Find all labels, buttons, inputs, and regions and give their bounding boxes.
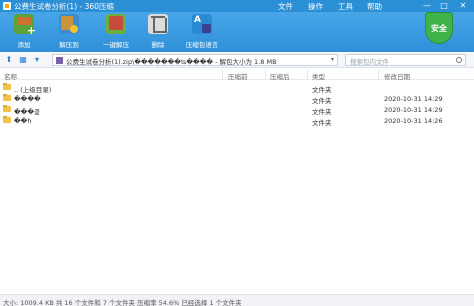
- archive-language-label: 压缩包语言: [185, 41, 219, 49]
- file-type: 文件夹: [312, 119, 332, 127]
- search-placeholder: 搜索包内文件: [350, 58, 389, 66]
- folder-icon: [3, 83, 11, 90]
- window-title: 公费生试卷分析(1) - 360压缩: [14, 2, 114, 11]
- menu-tools[interactable]: 工具: [338, 1, 353, 12]
- path-dropdown-icon[interactable]: ▾: [331, 56, 334, 63]
- app-logo-icon: [3, 2, 11, 10]
- minimize-button[interactable]: —: [420, 0, 434, 12]
- file-date: 2020-10-31 14:26: [384, 117, 443, 125]
- column-type[interactable]: 类型: [312, 71, 325, 81]
- search-field[interactable]: 搜索包内文件: [345, 54, 466, 66]
- view-toggle-icon[interactable]: ▦: [18, 55, 28, 65]
- add-button[interactable]: 添加: [10, 14, 38, 50]
- status-text: 大小: 1009.4 KB 共 16 个文件和 7 个文件夹 压缩率 54.6%…: [3, 299, 242, 306]
- column-name[interactable]: 名称: [4, 71, 17, 81]
- menu-help[interactable]: 帮助: [367, 1, 382, 12]
- list-item[interactable]: .. (上级目录) 文件夹: [0, 82, 474, 94]
- column-size-after[interactable]: 压缩后: [270, 71, 290, 81]
- file-date: 2020-10-31 14:29: [384, 95, 443, 103]
- column-divider[interactable]: [378, 70, 379, 79]
- delete-icon: [148, 14, 168, 34]
- back-arrow-icon[interactable]: ⬆: [4, 55, 14, 65]
- folder-icon: [3, 116, 11, 123]
- column-divider[interactable]: [265, 70, 266, 79]
- file-name: ��h: [14, 117, 32, 125]
- menu-file[interactable]: 文件: [278, 1, 293, 12]
- path-field[interactable]: 公费生试卷分析(1).zip\�������ʦ���� - 解包大小为 1.8 …: [52, 54, 338, 66]
- extract-to-label: 解压到: [59, 41, 79, 49]
- folder-icon: [3, 94, 11, 101]
- one-click-extract-button[interactable]: 一键解压: [98, 14, 134, 50]
- column-divider[interactable]: [222, 70, 223, 79]
- column-size-before[interactable]: 压缩前: [228, 71, 248, 81]
- add-archive-icon: [14, 14, 36, 37]
- delete-button[interactable]: 删除: [146, 14, 170, 50]
- folder-icon: [3, 105, 11, 112]
- list-item[interactable]: ���꼶 文件夹 2020-10-31 14:29: [0, 104, 474, 116]
- extract-to-button[interactable]: 解压到: [54, 14, 84, 50]
- add-label: 添加: [17, 41, 31, 49]
- column-divider[interactable]: [307, 70, 308, 79]
- menu-operation[interactable]: 操作: [308, 1, 323, 12]
- status-bar: 大小: 1009.4 KB 共 16 个文件和 7 个文件夹 压缩率 54.6%…: [0, 294, 474, 306]
- toolbar: 添加 解压到 一键解压 删除 压缩包语言: [0, 12, 474, 52]
- column-headers: 名称 压缩前 压缩后 类型 修改日期: [0, 69, 474, 81]
- file-name: ����: [14, 95, 41, 103]
- archive-language-button[interactable]: 压缩包语言: [180, 14, 224, 50]
- security-shield-badge[interactable]: 安全: [425, 12, 453, 44]
- search-icon[interactable]: [456, 57, 462, 63]
- file-date: 2020-10-31 14:29: [384, 106, 443, 114]
- column-date[interactable]: 修改日期: [384, 71, 410, 81]
- delete-label: 删除: [151, 41, 165, 49]
- close-button[interactable]: ✕: [456, 0, 470, 12]
- title-bar: 公费生试卷分析(1) - 360压缩 文件 操作 工具 帮助 — □ ✕: [0, 0, 474, 12]
- view-dropdown-icon[interactable]: ▾: [32, 55, 42, 65]
- address-bar: ⬆ ▦ ▾ 公费生试卷分析(1).zip\�������ʦ���� - 解包大小…: [0, 52, 474, 68]
- one-click-extract-icon: [106, 14, 126, 34]
- one-click-extract-label: 一键解压: [103, 41, 129, 49]
- archive-language-icon: [192, 14, 212, 34]
- maximize-button[interactable]: □: [437, 0, 451, 12]
- zip-archive-icon: [56, 57, 63, 64]
- archive-path: 公费生试卷分析(1).zip\�������ʦ���� - 解包大小为 1.8 …: [66, 58, 277, 66]
- extract-to-icon: [59, 14, 79, 34]
- list-item[interactable]: ��h 文件夹 2020-10-31 14:26: [0, 115, 474, 127]
- list-item[interactable]: ���� 文件夹 2020-10-31 14:29: [0, 93, 474, 105]
